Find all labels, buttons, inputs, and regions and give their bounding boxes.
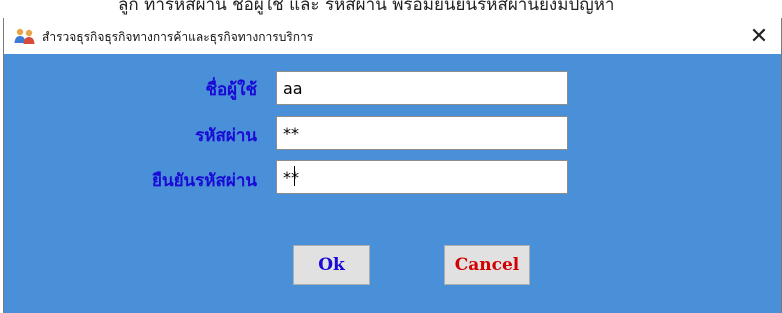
background-text-strip: ลูก ทำรหัสผ่าน ชื่อผู้ใช้ และ รหัสผ่าน พ…: [0, 0, 782, 18]
dialog-window: สำรวจธุรกิจธุรกิจทางการค้าและธุรกิจทางกา…: [3, 18, 782, 313]
ok-button[interactable]: Ok: [293, 245, 370, 285]
close-button[interactable]: ✕: [737, 18, 781, 54]
password-label: รหัสผ่าน: [195, 126, 257, 146]
close-icon: ✕: [749, 23, 769, 49]
username-input[interactable]: [276, 71, 568, 105]
users-icon: [14, 27, 36, 45]
confirm-password-label: ยืนยันรหัสผ่าน: [151, 171, 257, 191]
login-form: ชื่อผู้ใช้ รหัสผ่าน ยืนยันรหัสผ่าน Ok Ca…: [4, 54, 781, 313]
window-title: สำรวจธุรกิจธุรกิจทางการค้าและธุรกิจทางกา…: [42, 30, 314, 44]
background-text: ลูก ทำรหัสผ่าน ชื่อผู้ใช้ และ รหัสผ่าน พ…: [118, 0, 615, 15]
text-caret: [294, 166, 295, 186]
password-input[interactable]: [276, 116, 568, 150]
title-bar: สำรวจธุรกิจธุรกิจทางการค้าและธุรกิจทางกา…: [4, 18, 781, 54]
cancel-button[interactable]: Cancel: [444, 245, 530, 285]
username-label: ชื่อผู้ใช้: [205, 80, 257, 100]
confirm-password-input[interactable]: [276, 160, 568, 194]
